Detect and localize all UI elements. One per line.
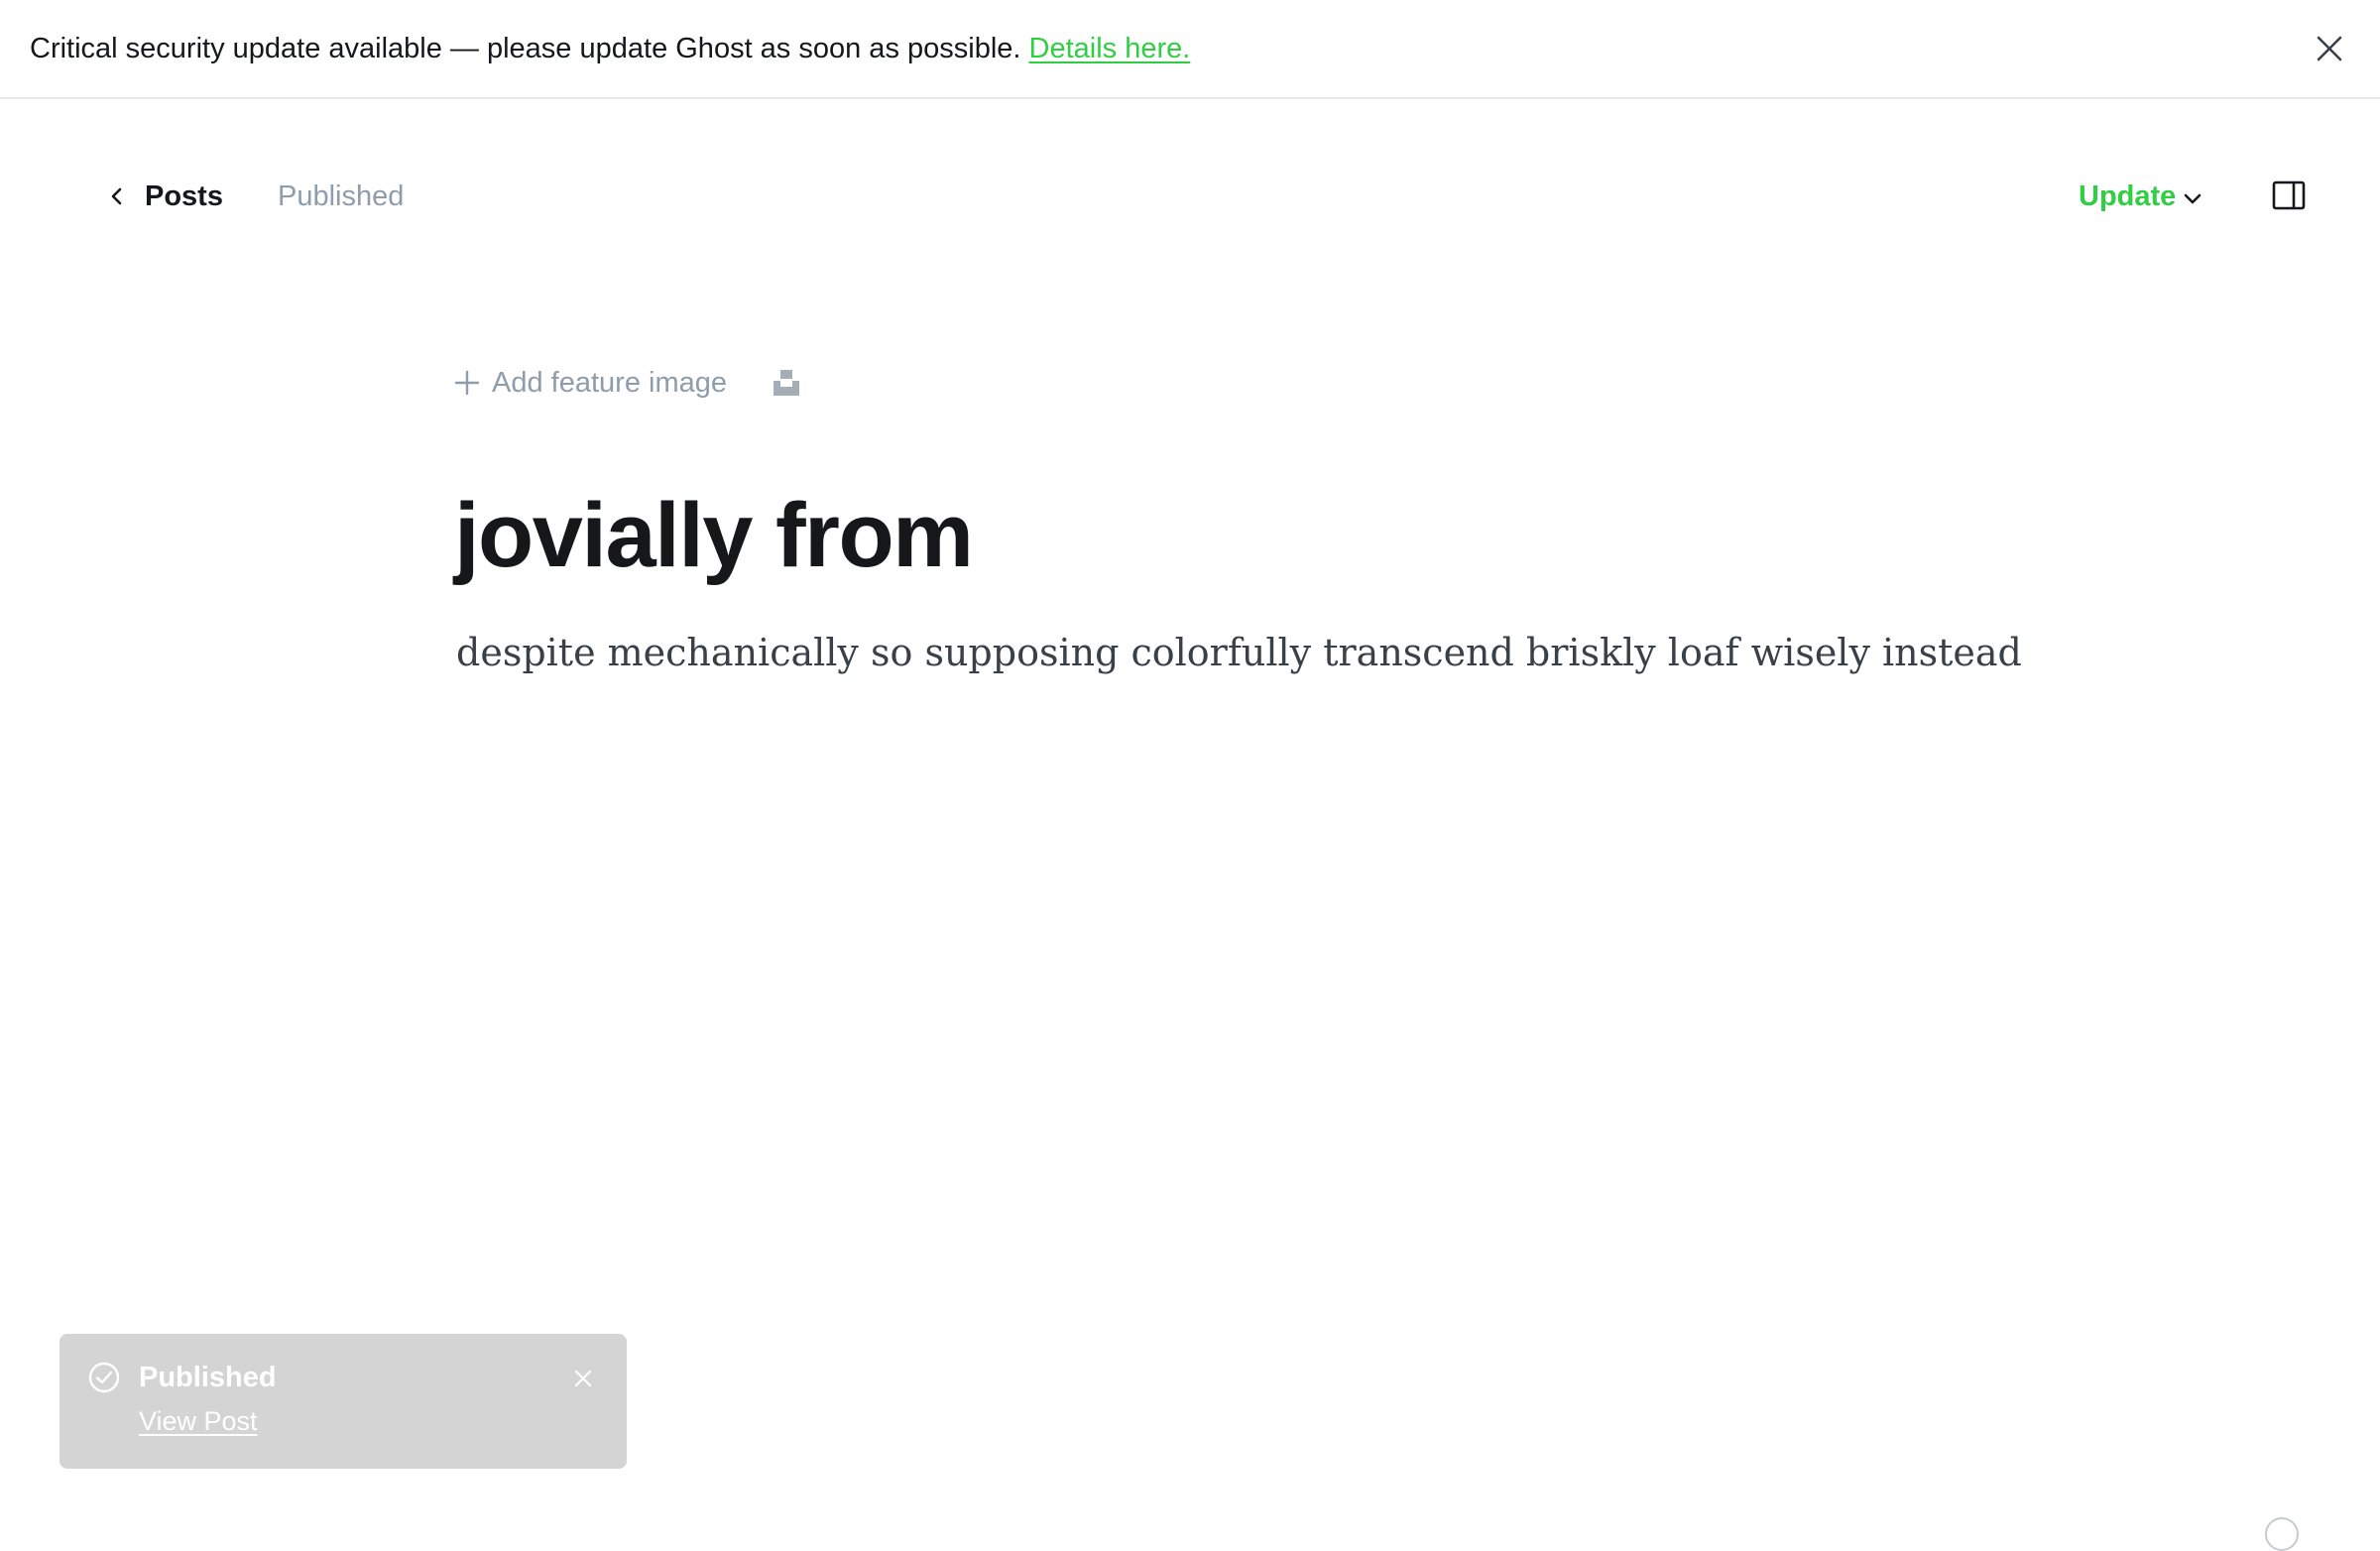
sidebar-toggle-icon[interactable] — [2272, 180, 2306, 210]
check-circle-icon — [88, 1362, 120, 1393]
close-icon[interactable] — [2315, 34, 2344, 63]
post-title[interactable]: jovially from — [454, 476, 974, 595]
security-update-banner: Critical security update available — ple… — [0, 0, 2380, 99]
toast-title: Published — [139, 1362, 277, 1393]
post-body[interactable]: despite mechanically so supposing colorf… — [456, 623, 2022, 682]
view-post-link[interactable]: View Post — [139, 1404, 258, 1438]
published-toast: Published View Post — [60, 1334, 627, 1469]
back-to-posts-link[interactable]: Posts — [107, 177, 223, 216]
update-button[interactable]: Update — [2079, 177, 2203, 216]
banner-text: Critical security update available — ple… — [30, 30, 1190, 67]
help-button[interactable] — [2265, 1517, 2299, 1551]
unsplash-icon[interactable] — [773, 369, 800, 397]
feature-image-label: Add feature image — [492, 366, 727, 399]
add-feature-image-button[interactable]: Add feature image — [454, 363, 727, 403]
banner-details-link[interactable]: Details here. — [1029, 33, 1191, 64]
update-label: Update — [2079, 179, 2177, 212]
post-status: Published — [278, 180, 405, 212]
chevron-down-icon — [2184, 193, 2202, 204]
plus-icon — [454, 370, 480, 396]
banner-message: Critical security update available — ple… — [30, 33, 1021, 64]
back-label: Posts — [145, 179, 223, 212]
chevron-left-icon — [111, 187, 122, 205]
toast-close-icon[interactable] — [571, 1367, 595, 1390]
